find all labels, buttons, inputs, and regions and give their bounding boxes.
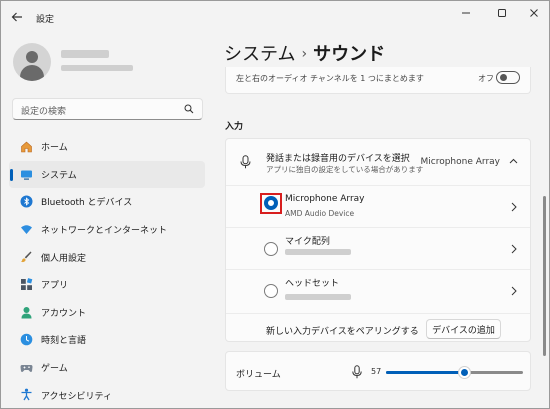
scrollbar[interactable] — [543, 196, 546, 356]
input-section-heading: 入力 — [225, 122, 244, 132]
input-device-header[interactable]: 発話または録音用のデバイスを選択 アプリに独自の設定をしている場合があります M… — [226, 139, 530, 185]
sidebar-item-apps[interactable]: アプリ — [9, 271, 205, 299]
sidebar-item-time-language[interactable]: 時刻と言語 — [9, 326, 205, 354]
device-name: Microphone Array — [285, 194, 365, 204]
network-icon — [20, 223, 33, 236]
sidebar-item-label: ゲーム — [41, 364, 68, 375]
mono-audio-toggle-state: オフ — [478, 74, 494, 83]
volume-slider-fill — [386, 371, 465, 374]
settings-window: 設定 設定の検索 ホーム システム Bluetooth とデバイス ネットワーク… — [0, 0, 550, 409]
sidebar-item-network[interactable]: ネットワークとインターネット — [9, 216, 205, 244]
page-title: サウンド — [313, 44, 386, 65]
chevron-right-icon[interactable] — [509, 202, 518, 212]
device-radio[interactable] — [264, 284, 278, 298]
back-arrow-icon[interactable] — [10, 10, 24, 24]
input-device-option-microphone-array[interactable]: Microphone Array AMD Audio Device — [226, 185, 530, 227]
chevron-right-icon[interactable] — [509, 244, 518, 254]
mono-audio-description: 左と右のオーディオ チャンネルを 1 つにまとめます — [236, 74, 424, 83]
sidebar-item-accessibility[interactable]: アクセシビリティ — [9, 381, 205, 408]
home-icon — [20, 140, 33, 153]
sidebar-item-label: アカウント — [41, 308, 87, 319]
microphone-icon[interactable] — [352, 365, 362, 379]
search-icon — [184, 104, 194, 114]
personalization-icon — [20, 250, 33, 263]
search-placeholder: 設定の検索 — [21, 107, 67, 117]
sidebar-item-home[interactable]: ホーム — [9, 133, 205, 161]
accessibility-icon — [20, 388, 33, 401]
breadcrumb-separator: › — [301, 46, 308, 62]
sidebar-item-label: ホーム — [41, 143, 68, 154]
chevron-right-icon[interactable] — [509, 286, 518, 296]
user-email-redacted — [61, 65, 133, 71]
device-description: AMD Audio Device — [285, 209, 355, 218]
pair-input-device-label: 新しい入力デバイスをペアリングする — [266, 327, 419, 337]
device-radio-checked[interactable] — [264, 196, 278, 210]
pair-input-device-row: 新しい入力デバイスをペアリングする デバイスの追加 — [226, 313, 530, 343]
minimize-icon[interactable] — [455, 5, 477, 21]
device-description-redacted — [285, 249, 351, 255]
breadcrumb: システム › サウンド — [224, 40, 385, 66]
apps-icon — [20, 278, 33, 291]
sidebar-item-label: Bluetooth とデバイス — [41, 198, 133, 209]
title-bar: 設定 — [1, 1, 549, 33]
sidebar-item-label: 個人用設定 — [41, 253, 87, 264]
avatar-head — [26, 51, 38, 63]
input-volume-card: ボリューム 57 — [225, 351, 531, 391]
mono-audio-toggle[interactable] — [496, 71, 520, 84]
microphone-icon — [240, 155, 251, 169]
time-language-icon — [20, 333, 33, 346]
sidebar-item-label: 時刻と言語 — [41, 336, 87, 347]
device-description-redacted — [285, 294, 351, 300]
device-name: ヘッドセット — [285, 279, 340, 289]
sidebar-item-bluetooth[interactable]: Bluetooth とデバイス — [9, 188, 205, 216]
user-name-redacted — [61, 50, 109, 58]
avatar[interactable] — [13, 43, 51, 81]
device-name: マイク配列 — [285, 237, 330, 247]
input-device-title: 発話または録音用のデバイスを選択 — [266, 154, 410, 164]
input-device-card: 発話または録音用のデバイスを選択 アプリに独自の設定をしている場合があります M… — [225, 138, 531, 342]
add-device-button[interactable]: デバイスの追加 — [426, 319, 501, 339]
selected-input-device: Microphone Array — [420, 157, 501, 167]
device-radio[interactable] — [264, 242, 278, 256]
volume-slider-thumb[interactable] — [458, 366, 472, 379]
volume-slider[interactable] — [386, 366, 523, 379]
chevron-up-icon[interactable] — [509, 157, 518, 166]
sidebar-item-accounts[interactable]: アカウント — [9, 299, 205, 327]
volume-label: ボリューム — [236, 370, 281, 380]
input-device-option-mic-array[interactable]: マイク配列 — [226, 227, 530, 269]
app-title: 設定 — [36, 15, 55, 25]
volume-value: 57 — [371, 367, 382, 376]
bluetooth-icon — [20, 195, 33, 208]
mono-audio-card: 左と右のオーディオ チャンネルを 1 つにまとめます オフ — [225, 67, 531, 94]
account-icon — [20, 306, 33, 319]
close-icon[interactable] — [523, 5, 545, 21]
input-device-subtitle: アプリに独自の設定をしている場合があります — [266, 165, 424, 174]
sidebar-item-label: ネットワークとインターネット — [41, 226, 168, 237]
avatar-body — [20, 65, 44, 81]
system-icon — [20, 168, 33, 181]
sidebar-nav: ホーム システム Bluetooth とデバイス ネットワークとインターネット … — [9, 133, 205, 408]
breadcrumb-parent[interactable]: システム — [224, 44, 295, 65]
sidebar-item-personalization[interactable]: 個人用設定 — [9, 243, 205, 271]
search-input[interactable]: 設定の検索 — [12, 98, 203, 120]
sidebar-item-gaming[interactable]: ゲーム — [9, 354, 205, 382]
gaming-icon — [20, 361, 33, 374]
sidebar-item-label: アプリ — [41, 281, 69, 292]
maximize-icon[interactable] — [491, 5, 513, 21]
input-device-option-headset[interactable]: ヘッドセット — [226, 269, 530, 311]
sidebar-item-system[interactable]: システム — [9, 160, 205, 189]
sidebar-item-label: システム — [41, 170, 77, 181]
sidebar-item-label: アクセシビリティ — [41, 391, 113, 402]
